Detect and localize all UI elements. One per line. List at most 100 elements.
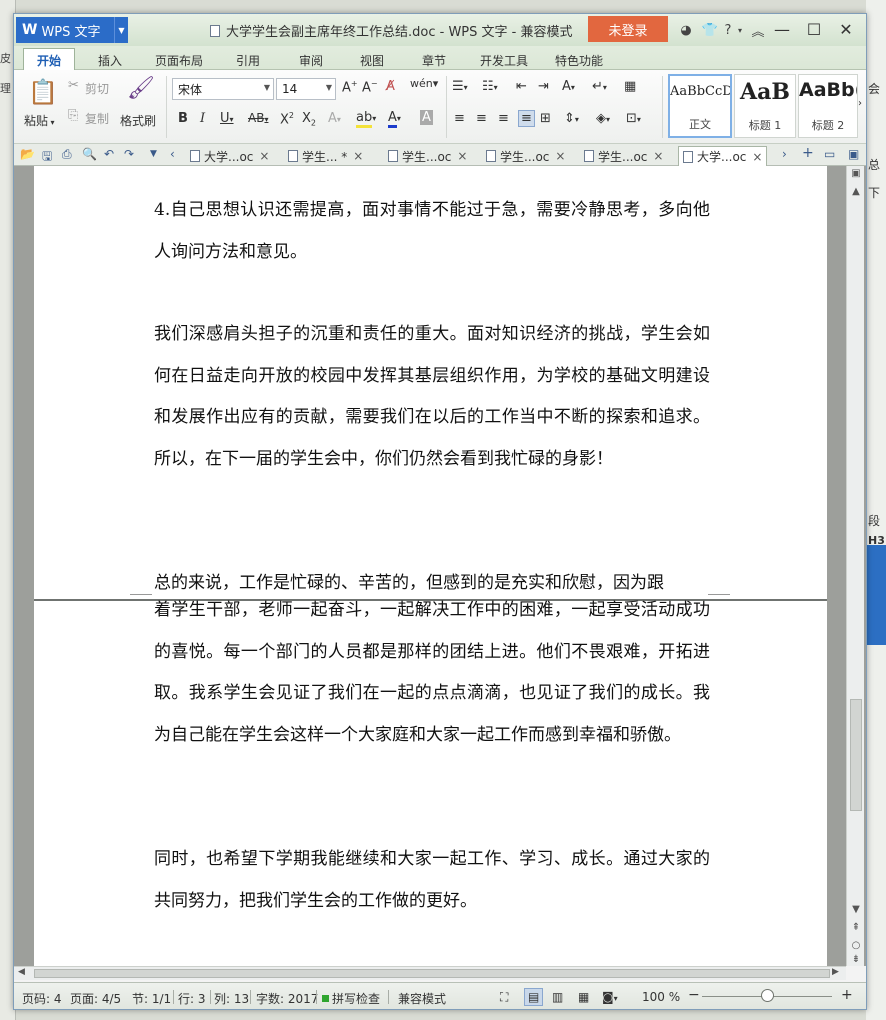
scroll-pin-icon[interactable]: ▣ [847,168,865,179]
page-view-icon[interactable]: ▤ [524,988,544,1006]
line-spacing-icon[interactable]: ⇕▾ [564,111,579,126]
next-page-icon[interactable]: ⇟ [847,954,865,965]
scroll-left-icon[interactable]: ◀ [18,967,25,977]
tabs-scroll-right-icon[interactable]: › [782,147,787,161]
justify-icon[interactable]: ≡ [518,110,535,127]
table-icon[interactable]: ▦ [624,79,636,94]
zoom-out-icon[interactable]: − [688,987,700,1003]
fullscreen-icon[interactable]: ⛶ [500,990,508,1005]
tab-close-icon[interactable]: × [457,149,467,163]
tab-close-icon[interactable]: × [259,149,269,163]
style-heading-1[interactable]: AaB 标题 1 [734,74,796,138]
eye-protection-icon[interactable]: ◙▾ [602,990,618,1004]
document-tab[interactable]: 学生...oc × [486,146,565,166]
tab-chapter[interactable]: 章节 [422,52,446,69]
style-heading-2[interactable]: AaBb( 标题 2 [798,74,858,138]
tab-home[interactable]: 开始 [23,48,75,71]
horizontal-scroll-thumb[interactable] [34,969,830,978]
scroll-up-icon[interactable]: ▲ [847,186,865,197]
superscript-icon[interactable]: X2 [280,111,294,127]
format-painter-button[interactable]: 格式刷 [120,112,156,129]
close-icon[interactable]: ✕ [830,17,862,41]
status-page-code[interactable]: 页码: 4 [22,990,62,1007]
zoom-slider-thumb[interactable] [760,989,774,1002]
spell-check-toggle[interactable]: 拼写检查 [322,990,380,1007]
bold-icon[interactable]: B [178,111,188,126]
align-right-icon[interactable]: ≡ [498,111,509,126]
shading-icon[interactable]: ◈▾ [596,111,610,126]
font-name-select[interactable]: 宋体 ▼ [172,78,274,100]
font-color-icon[interactable]: A▾ [388,110,401,128]
browse-object-icon[interactable]: ○ [847,940,865,951]
font-size-select[interactable]: 14 ▼ [276,78,336,100]
open-icon[interactable]: 📂 [20,147,35,161]
tab-close-icon[interactable]: × [555,149,565,163]
status-pages[interactable]: 页面: 4/5 [70,990,121,1007]
scroll-down-icon[interactable]: ▼ [847,904,865,915]
document-tab[interactable]: 大学...oc × [190,146,269,166]
document-tab[interactable]: 学生... * × [288,146,363,166]
tab-developer[interactable]: 开发工具 [480,52,528,69]
cut-button[interactable]: 剪切 [85,80,109,97]
align-center-icon[interactable]: ≡ [476,111,487,126]
status-word-count[interactable]: 字数: 2017 [256,990,318,1007]
tab-view[interactable]: 视图 [360,52,384,69]
copy-icon[interactable]: ⎘ [68,108,78,123]
tab-insert[interactable]: 插入 [98,52,122,69]
char-shading-icon[interactable]: A [420,110,433,125]
outline-view-icon[interactable]: ▥ [552,990,563,1004]
format-painter-icon[interactable]: 🖌 [127,76,155,101]
bullets-icon[interactable]: ☰▾ [452,79,468,94]
reading-view-icon[interactable]: ▦ [578,990,589,1004]
new-tab-icon[interactable]: + [802,145,814,161]
tab-review[interactable]: 审阅 [299,52,323,69]
paste-icon[interactable]: 📋 [28,78,58,106]
subscript-icon[interactable]: X2 [302,111,316,128]
tab-close-icon[interactable]: × [353,149,363,163]
document-tab[interactable]: 学生...oc × [584,146,663,166]
underline-icon[interactable]: U▾ [220,111,234,126]
clear-format-icon[interactable]: A̸ [386,79,395,94]
show-marks-icon[interactable]: ↵▾ [592,79,607,94]
feedback-icon[interactable]: ◕ [674,18,698,42]
maximize-icon[interactable]: ☐ [798,17,830,41]
tab-page-layout[interactable]: 页面布局 [155,52,203,69]
minimize-icon[interactable]: — [766,17,798,41]
tab-close-icon[interactable]: × [752,150,762,164]
restore-tab-icon[interactable]: ▭ [824,147,835,161]
save-icon[interactable]: 🖫 [42,147,52,168]
app-menu-dropdown-icon[interactable]: ▼ [114,17,128,43]
zoom-level[interactable]: 100 % [642,990,680,1004]
paste-button[interactable]: 粘贴 ▾ [24,112,55,129]
borders-icon[interactable]: ⊡▾ [626,111,641,126]
highlight-icon[interactable]: ab▾ [356,110,376,128]
document-canvas[interactable]: 4.自己思想认识还需提高，面对事情不能过于急，需要冷静思考，多向他人询问方法和意… [14,166,866,966]
prev-page-icon[interactable]: ⇞ [847,922,865,933]
change-case-icon[interactable]: A▾ [562,79,575,94]
print-icon[interactable]: ⎙ [62,147,72,162]
grow-font-icon[interactable]: A+ [342,79,358,95]
tab-list-icon[interactable]: ▣ [848,147,859,161]
text-effect-icon[interactable]: A▾ [328,111,341,126]
document-tab[interactable]: 学生...oc × [388,146,467,166]
tabs-scroll-left-icon[interactable]: ‹ [170,147,175,161]
italic-icon[interactable]: I [200,111,205,126]
skin-shirt-icon[interactable]: 👕 [698,18,722,42]
decrease-indent-icon[interactable]: ⇤ [516,79,527,94]
vertical-scrollbar[interactable]: ▣ ▲ ▼ ⇞ ○ ⇟ [846,166,864,966]
tab-special[interactable]: 特色功能 [555,52,603,69]
horizontal-scrollbar[interactable]: ◀ ▶ [14,966,846,980]
app-menu-button[interactable]: W WPS 文字 ▼ [16,17,128,43]
styles-more-icon[interactable]: › [858,98,862,109]
undo-icon[interactable]: ↶ [104,147,114,161]
login-button[interactable]: 未登录 [588,16,668,42]
phonetic-guide-icon[interactable]: wén▾ [410,77,438,90]
zoom-in-icon[interactable]: + [841,987,853,1003]
document-tab-active[interactable]: 大学...oc × [678,146,768,166]
quick-access-dropdown-icon[interactable]: ▼ [150,149,157,159]
vertical-scroll-thumb[interactable] [850,699,862,811]
scroll-right-icon[interactable]: ▶ [832,967,839,977]
distribute-icon[interactable]: ⊞ [540,111,551,126]
numbering-icon[interactable]: ☷▾ [482,79,498,94]
cut-icon[interactable]: ✂ [68,78,79,93]
